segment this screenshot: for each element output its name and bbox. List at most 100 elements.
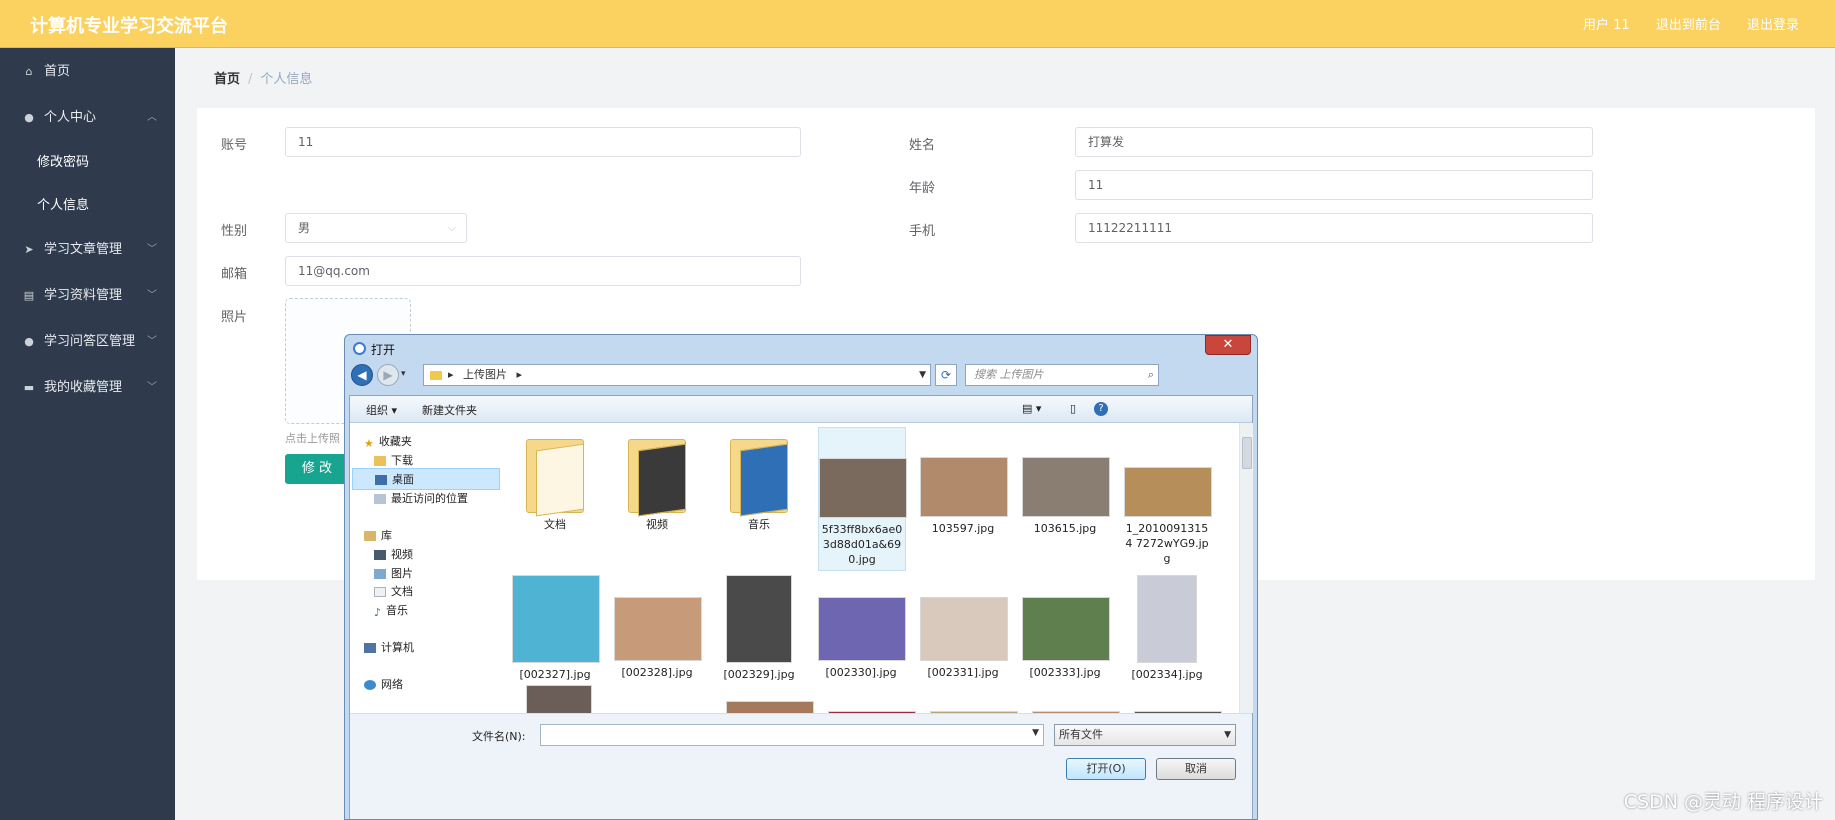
chevron-down-icon: ﹀ [147,336,157,347]
sidebar-item-label: 学习文章管理 [44,242,123,257]
folder-icon [628,433,686,517]
nav-label: 收藏夹 [378,435,412,448]
dialog-title: 打开 [371,343,396,357]
chevron-down-icon[interactable]: ▼ [1032,728,1039,738]
phone-field[interactable]: 11122211111 [1075,213,1593,243]
sidebar-subitem-change-password[interactable]: 修改密码 [0,141,175,184]
view-icon[interactable]: ▤ ▾ [1022,402,1041,415]
chevron-down-icon[interactable]: ▼ [919,365,926,385]
chevron-down-icon: ﹀ [147,290,157,301]
breadcrumb: 首页 / 个人信息 [214,68,312,87]
cancel-button[interactable]: 取消 [1156,758,1236,780]
close-icon[interactable]: ✕ [1205,335,1251,355]
modify-button[interactable]: 修 改 [285,454,349,484]
scrollbar-thumb[interactable] [1242,437,1252,469]
address-bar[interactable]: ▸ 上传图片 ▸ ▼ [423,364,931,386]
video-library-icon [374,550,386,560]
nav-label: 最近访问的位置 [391,492,468,505]
email-field[interactable]: 11@qq.com [285,256,801,286]
watermark: CSDN @灵动 程序设计 [1623,791,1823,813]
forward-arrow-icon[interactable]: ▶ [377,364,399,386]
file-name: [002333].jpg [1029,666,1101,679]
search-input[interactable]: 搜索 上传图片 ⌕ [965,364,1159,386]
navigation-pane: ★ 收藏夹 下载 桌面 最近访问的位置 库 视频 图片 文档 ♪ 音乐 计算机 网络 [350,423,503,713]
nav-label: 下载 [391,454,413,467]
file-list-scrollbar[interactable] [1239,423,1253,713]
image-thumbnail[interactable] [526,685,592,713]
chevron-down-icon: ﹀ [147,382,157,393]
nav-downloads[interactable]: 下载 [374,452,413,468]
open-button[interactable]: 打开(O) [1066,758,1146,780]
sidebar-item-materials[interactable]: ▤ 学习资料管理 ﹀ [0,273,175,319]
sidebar-item-favorites[interactable]: ▬ 我的收藏管理 ﹀ [0,365,175,411]
image-thumbnail[interactable] [726,701,814,713]
nav-computer[interactable]: 计算机 [364,639,414,655]
nav-label: 文档 [391,585,413,598]
nav-documents[interactable]: 文档 [374,583,413,599]
nav-recent[interactable]: 最近访问的位置 [374,490,468,506]
sidebar-item-articles[interactable]: ➤ 学习文章管理 ﹀ [0,227,175,273]
file-item-image[interactable]: [002328].jpg [614,575,702,680]
file-item-image[interactable]: [002327].jpg [512,575,600,682]
sidebar-item-home[interactable]: ⌂ 首页 [0,49,175,95]
network-icon [364,680,376,690]
breadcrumb-home[interactable]: 首页 [214,72,240,87]
sidebar: ⌂ 首页 ● 个人中心 ︿ 修改密码 个人信息 ➤ 学习文章管理 ﹀ ▤ 学习资料管理 … [0,48,175,820]
sidebar-subitem-personal-info[interactable]: 个人信息 [0,184,175,227]
file-item-folder-videos[interactable]: 视频 [614,427,700,532]
pictures-library-icon [374,569,386,579]
file-item-image[interactable]: [002334].jpg [1124,575,1210,682]
home-icon: ⌂ [25,65,33,78]
file-name: 1_20100913154 7272wYG9.jpg [1125,522,1209,565]
file-name: 文档 [544,518,566,531]
file-item-image[interactable]: [002329].jpg [716,575,802,682]
path-arrow-icon: ▸ [448,368,454,381]
gender-select[interactable]: 男 ⌵ [285,213,467,243]
file-item-image[interactable]: 103597.jpg [920,427,1008,536]
nav-pictures[interactable]: 图片 [374,565,413,581]
filename-input[interactable]: ▼ [540,724,1044,746]
recent-places-icon [374,494,386,504]
new-folder-button[interactable]: 新建文件夹 [422,402,477,418]
nav-label: 图片 [391,567,413,580]
name-field[interactable]: 打算发 [1075,127,1593,157]
file-item-folder-documents[interactable]: 文档 [512,427,598,532]
gender-value: 男 [298,221,311,235]
logout-link[interactable]: 退出登录 [1747,18,1799,33]
file-list: 文档 视频 音乐 5f33ff8bx6ae03d88d01a&690.jpg 1… [502,423,1238,713]
nav-network[interactable]: 网络 [364,676,403,692]
sidebar-item-label: 首页 [44,64,71,79]
organize-button[interactable]: 组织 ▾ [366,402,397,418]
nav-videos[interactable]: 视频 [374,546,413,562]
help-icon[interactable]: ? [1094,402,1108,416]
preview-pane-icon[interactable]: ▯ [1070,402,1076,415]
file-item-folder-music[interactable]: 音乐 [716,427,802,532]
send-icon: ➤ [24,243,34,256]
nav-desktop[interactable]: 桌面 [352,468,500,490]
age-field[interactable]: 11 [1075,170,1593,200]
nav-music[interactable]: ♪ 音乐 [374,602,408,619]
dialog-app-icon [353,342,366,355]
account-field[interactable]: 11 [285,127,801,157]
nav-favorites[interactable]: ★ 收藏夹 [364,433,412,450]
refresh-icon[interactable]: ⟳ [935,364,957,386]
sidebar-item-personal-center[interactable]: ● 个人中心 ︿ [0,95,175,141]
image-thumbnail [920,597,1008,661]
file-item-image[interactable]: 103615.jpg [1022,427,1110,536]
file-item-image[interactable]: [002331].jpg [920,575,1008,680]
filetype-select[interactable]: 所有文件 ▼ [1054,724,1236,746]
star-icon: ★ [364,437,374,450]
music-icon: ♪ [374,606,382,619]
sidebar-item-qa[interactable]: ● 学习问答区管理 ﹀ [0,319,175,365]
nav-label: 库 [381,529,392,542]
file-item-image[interactable]: [002330].jpg [818,575,906,680]
file-item-image[interactable]: 5f33ff8bx6ae03d88d01a&690.jpg [818,427,907,571]
nav-libraries[interactable]: 库 [364,527,392,543]
history-dropdown-icon[interactable]: ▾ [401,369,406,379]
back-arrow-icon[interactable]: ◀ [351,364,373,386]
back-to-front-link[interactable]: 退出到前台 [1656,18,1721,33]
sidebar-item-label: 个人中心 [44,110,97,125]
file-item-image[interactable]: 1_20100913154 7272wYG9.jpg [1124,427,1212,566]
computer-icon [364,643,376,653]
file-item-image[interactable]: [002333].jpg [1022,575,1110,680]
